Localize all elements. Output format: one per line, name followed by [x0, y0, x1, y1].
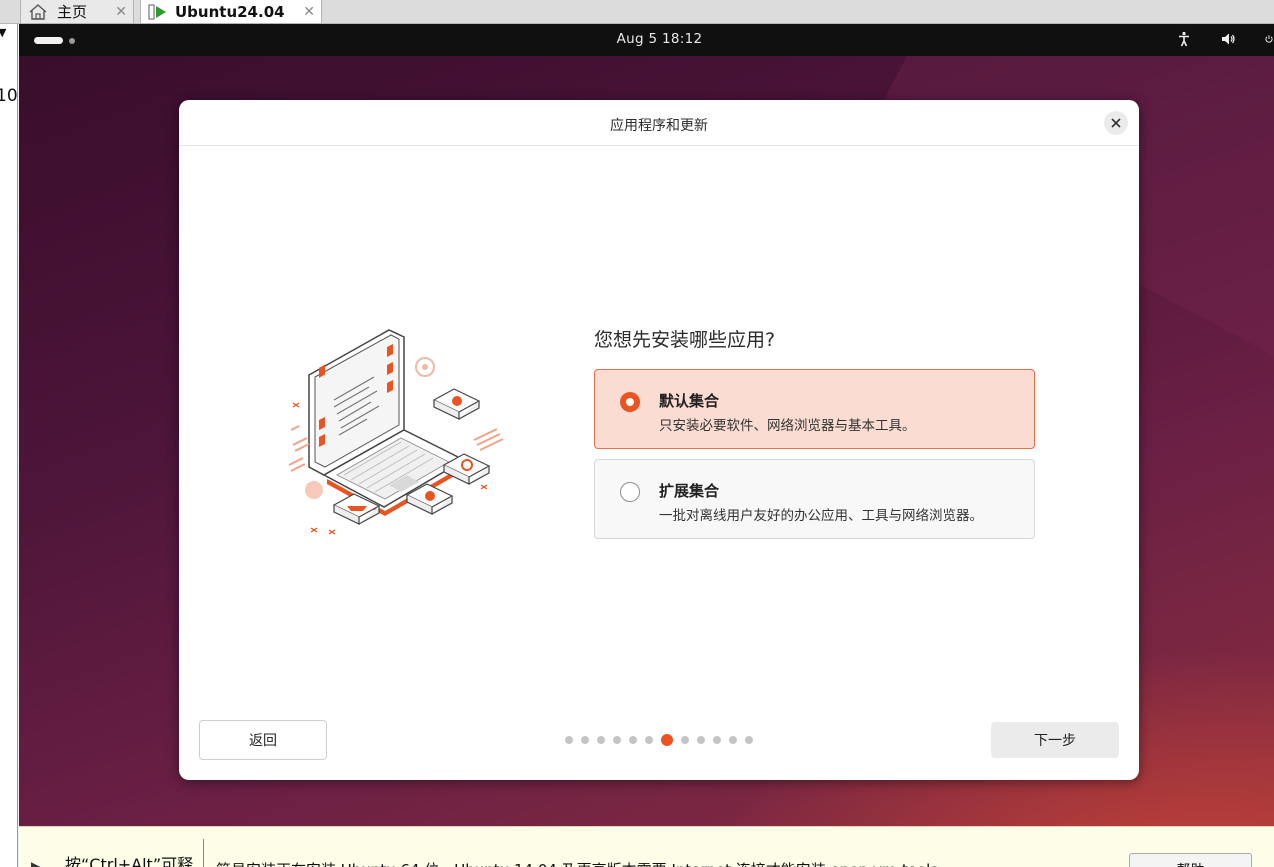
radio-selected-icon[interactable] — [620, 392, 640, 412]
host-tab-vm-close-icon[interactable]: ✕ — [303, 4, 315, 20]
help-button[interactable]: 帮助 — [1129, 853, 1252, 867]
page-dot — [745, 736, 753, 744]
page-dot — [613, 736, 621, 744]
system-tray[interactable] — [1176, 31, 1274, 47]
page-dot — [597, 736, 605, 744]
page-dot-active — [661, 734, 673, 746]
page-dot — [565, 736, 573, 744]
gnome-top-bar: Aug 5 18:12 — [19, 24, 1274, 56]
page-dot — [681, 736, 689, 744]
hint-divider — [203, 839, 204, 867]
library-cut-text: 10 — [0, 86, 18, 106]
option-title: 扩展集合 — [659, 482, 720, 500]
next-button[interactable]: 下一步 — [991, 722, 1119, 758]
option-description: 一批对离线用户友好的办公应用、工具与网络浏览器。 — [659, 508, 983, 524]
dialog-title: 应用程序和更新 — [610, 118, 708, 134]
host-library-strip: ▼ 10 — [0, 24, 18, 867]
page-dot — [713, 736, 721, 744]
clock[interactable]: Aug 5 18:12 — [19, 31, 1274, 47]
dialog-close-button[interactable] — [1104, 111, 1128, 135]
page-indicator — [565, 734, 753, 746]
host-tab-home-close-icon[interactable]: ✕ — [115, 4, 127, 20]
vm-play-icon — [148, 3, 166, 20]
host-tab-vm-label: Ubuntu24.04 — [175, 2, 285, 21]
laptop-illustration — [288, 329, 504, 535]
release-hint-text: 按“Ctrl+Alt”可释 — [65, 855, 194, 867]
hint-expand-icon[interactable]: ▶ — [31, 859, 40, 867]
host-tab-home-label: 主页 — [57, 3, 88, 21]
page-dot — [697, 736, 705, 744]
installer-dialog: 应用程序和更新 您想先安装哪些应用? 默认集合 只安装必要软件、网络浏览器与基本… — [179, 100, 1139, 780]
page-dot — [645, 736, 653, 744]
accessibility-icon[interactable] — [1176, 31, 1192, 47]
vmware-hint-bar: ▶ 按“Ctrl+Alt”可释 简易安装正在安装 Ubuntu 64 位。Ubu… — [19, 826, 1274, 867]
option-title: 默认集合 — [659, 392, 720, 410]
page-dot — [629, 736, 637, 744]
library-dropdown-icon[interactable]: ▼ — [0, 26, 6, 39]
page-dot — [581, 736, 589, 744]
radio-unselected-icon[interactable] — [620, 482, 640, 502]
page-dot — [729, 736, 737, 744]
option-extended-collection[interactable]: 扩展集合 一批对离线用户友好的办公应用、工具与网络浏览器。 — [594, 459, 1035, 539]
option-description: 只安装必要软件、网络浏览器与基本工具。 — [659, 418, 916, 434]
option-default-collection[interactable]: 默认集合 只安装必要软件、网络浏览器与基本工具。 — [594, 369, 1035, 449]
apps-question: 您想先安装哪些应用? — [594, 329, 776, 351]
close-icon — [1111, 118, 1121, 128]
home-icon — [29, 3, 47, 20]
volume-icon[interactable] — [1220, 31, 1236, 47]
easy-install-message: 简易安装正在安装 Ubuntu 64 位。Ubuntu 14.04 及更高版本需… — [216, 859, 1096, 867]
host-tab-home[interactable]: 主页 ✕ — [20, 0, 134, 24]
host-tab-vm[interactable]: Ubuntu24.04 ✕ — [140, 0, 322, 24]
back-button[interactable]: 返回 — [199, 720, 327, 760]
dialog-header: 应用程序和更新 — [179, 100, 1139, 146]
host-tab-strip: 主页 ✕ Ubuntu24.04 ✕ — [0, 0, 1274, 24]
power-icon[interactable] — [1264, 31, 1274, 47]
